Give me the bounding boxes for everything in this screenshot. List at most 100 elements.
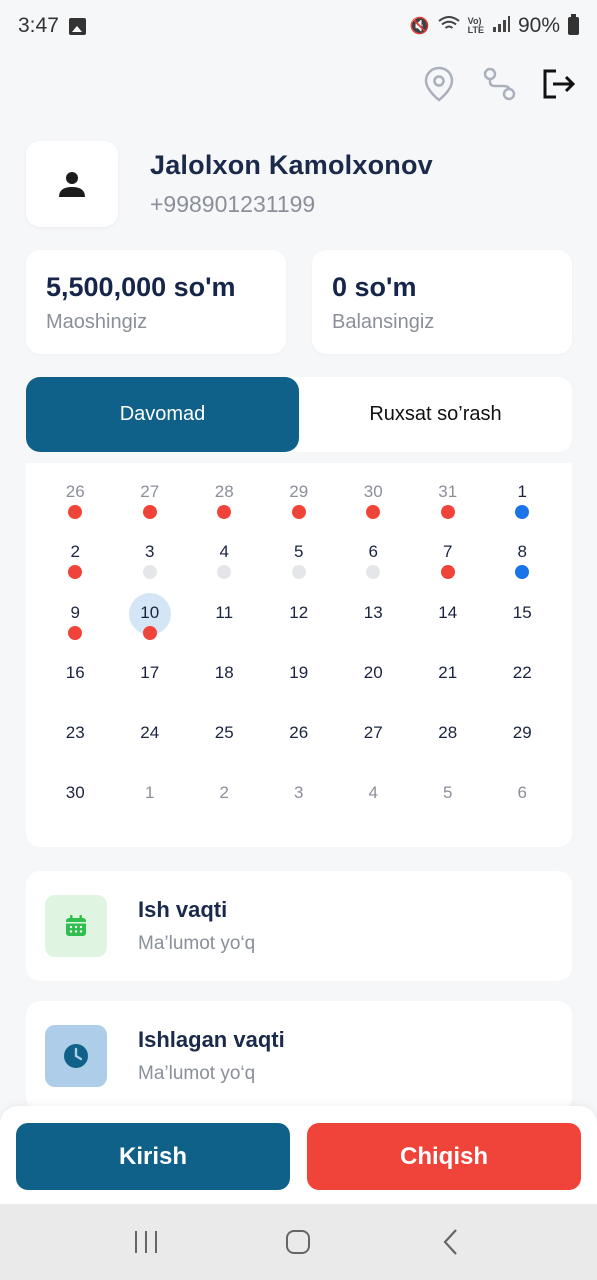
home-button[interactable] xyxy=(278,1222,318,1262)
avatar[interactable] xyxy=(26,141,118,227)
calendar-day[interactable]: 15 xyxy=(485,602,560,662)
calendar-day[interactable]: 30 xyxy=(336,481,411,541)
calendar-day-number: 17 xyxy=(140,662,160,682)
calendar-day-number: 26 xyxy=(65,482,85,501)
calendar-day[interactable]: 23 xyxy=(38,722,113,782)
location-button[interactable] xyxy=(421,66,457,102)
balance-value: 0 so'm xyxy=(332,272,417,302)
status-time: 3:47 xyxy=(18,14,59,37)
calendar-day[interactable]: 21 xyxy=(411,662,486,722)
calendar-day[interactable]: 20 xyxy=(336,662,411,722)
route-button[interactable] xyxy=(481,66,517,102)
check-out-button[interactable]: Chiqish xyxy=(307,1123,581,1190)
work-time-card[interactable]: Ish vaqti Ma’lumot yo‘q xyxy=(26,871,572,981)
location-pin-icon xyxy=(424,66,454,102)
calendar-day[interactable]: 6 xyxy=(485,782,560,842)
calendar-day[interactable]: 25 xyxy=(187,722,262,782)
attendance-dot-grey xyxy=(142,565,157,580)
gallery-notification-icon xyxy=(68,17,86,35)
calendar-day-number: 6 xyxy=(368,542,378,562)
wifi-icon xyxy=(438,15,460,37)
calendar-day-number: 22 xyxy=(512,662,532,682)
calendar-day[interactable]: 17 xyxy=(113,662,188,722)
balance-label: Balansingiz xyxy=(332,311,435,333)
calendar-day-number: 19 xyxy=(289,662,309,682)
calendar-day-number: 1 xyxy=(145,783,155,803)
calendar-day[interactable]: 31 xyxy=(411,481,486,541)
check-in-button[interactable]: Kirish xyxy=(16,1123,290,1190)
battery-icon xyxy=(568,14,579,35)
logout-button[interactable] xyxy=(541,66,577,102)
calendar-day[interactable]: 4 xyxy=(187,541,262,601)
calendar-day[interactable]: 3 xyxy=(262,782,337,842)
calendar-day-number: 9 xyxy=(70,602,80,622)
calendar-day[interactable]: 2 xyxy=(187,782,262,842)
status-bar: 3:47 🔇 Vo) LTE 90% xyxy=(0,0,597,52)
calendar-day[interactable]: 27 xyxy=(336,722,411,782)
battery-percent: 90% xyxy=(517,14,560,37)
top-actions xyxy=(421,66,577,102)
volte-icon: Vo) LTE xyxy=(467,16,484,35)
calendar-day[interactable]: 27 xyxy=(113,481,188,541)
action-bar: Kirish Chiqish xyxy=(0,1106,597,1204)
calendar-day-number: 20 xyxy=(363,662,383,682)
calendar-day[interactable]: 4 xyxy=(336,782,411,842)
attendance-dot-red xyxy=(142,625,157,640)
profile-name: Jalolxon Kamolxonov xyxy=(150,150,433,180)
profile-phone: +998901231199 xyxy=(150,191,316,217)
calendar-day[interactable]: 2 xyxy=(38,541,113,601)
calendar-day[interactable]: 9 xyxy=(38,602,113,662)
calendar-day-number: 3 xyxy=(294,783,304,803)
signal-icon xyxy=(492,15,510,37)
calendar-day[interactable]: 22 xyxy=(485,662,560,722)
attendance-dot-blue xyxy=(515,565,530,580)
calendar-day[interactable]: 16 xyxy=(38,662,113,722)
calendar-day[interactable]: 11 xyxy=(187,602,262,662)
work-time-sub: Ma’lumot yo‘q xyxy=(138,933,256,954)
recent-apps-button[interactable] xyxy=(126,1222,166,1262)
tab-request-permission[interactable]: Ruxsat so’rash xyxy=(299,377,572,452)
calendar-day[interactable]: 5 xyxy=(262,541,337,601)
calendar-day[interactable]: 1 xyxy=(113,782,188,842)
calendar-day[interactable]: 5 xyxy=(411,782,486,842)
calendar-day-number: 28 xyxy=(438,723,458,743)
attendance-dot-red xyxy=(68,565,83,580)
calendar-day[interactable]: 8 xyxy=(485,541,560,601)
calendar-day[interactable]: 29 xyxy=(262,481,337,541)
calendar-day-number: 26 xyxy=(289,723,309,743)
calendar-day[interactable]: 30 xyxy=(38,782,113,842)
calendar-day[interactable]: 18 xyxy=(187,662,262,722)
calendar-day[interactable]: 14 xyxy=(411,602,486,662)
calendar-day[interactable]: 7 xyxy=(411,541,486,601)
calendar-day[interactable]: 26 xyxy=(38,481,113,541)
calendar-day[interactable]: 13 xyxy=(336,602,411,662)
back-button[interactable] xyxy=(431,1222,471,1262)
tab-attendance[interactable]: Davomad xyxy=(26,377,299,452)
calendar-day-number: 1 xyxy=(517,482,527,501)
calendar-day-number: 12 xyxy=(289,602,309,622)
tab-bar: Davomad Ruxsat so’rash xyxy=(26,377,572,452)
attendance-dot-red xyxy=(68,505,83,519)
calendar-day[interactable]: 28 xyxy=(187,481,262,541)
calendar-day[interactable]: 1 xyxy=(485,481,560,541)
calendar-day-number: 31 xyxy=(438,482,458,501)
attendance-dot-red xyxy=(440,565,455,580)
calendar-day-number: 27 xyxy=(140,482,160,501)
worked-time-icon-box xyxy=(45,1025,107,1087)
recent-apps-icon xyxy=(135,1231,158,1253)
calendar-day-number: 30 xyxy=(65,783,85,803)
calendar-day[interactable]: 26 xyxy=(262,722,337,782)
attendance-dot-blue xyxy=(515,505,530,519)
calendar-day-number: 14 xyxy=(438,602,458,622)
calendar-day[interactable]: 28 xyxy=(411,722,486,782)
calendar-day[interactable]: 19 xyxy=(262,662,337,722)
salary-value: 5,500,000 so'm xyxy=(46,272,236,302)
calendar-day[interactable]: 12 xyxy=(262,602,337,662)
calendar-day-today[interactable]: 10 xyxy=(113,602,188,662)
attendance-dot-red xyxy=(217,505,232,519)
calendar-day[interactable]: 24 xyxy=(113,722,188,782)
calendar-day-number: 3 xyxy=(145,542,155,562)
calendar-day[interactable]: 29 xyxy=(485,722,560,782)
calendar-day[interactable]: 6 xyxy=(336,541,411,601)
worked-time-card[interactable]: Ishlagan vaqti Ma’lumot yo‘q xyxy=(26,1001,572,1111)
